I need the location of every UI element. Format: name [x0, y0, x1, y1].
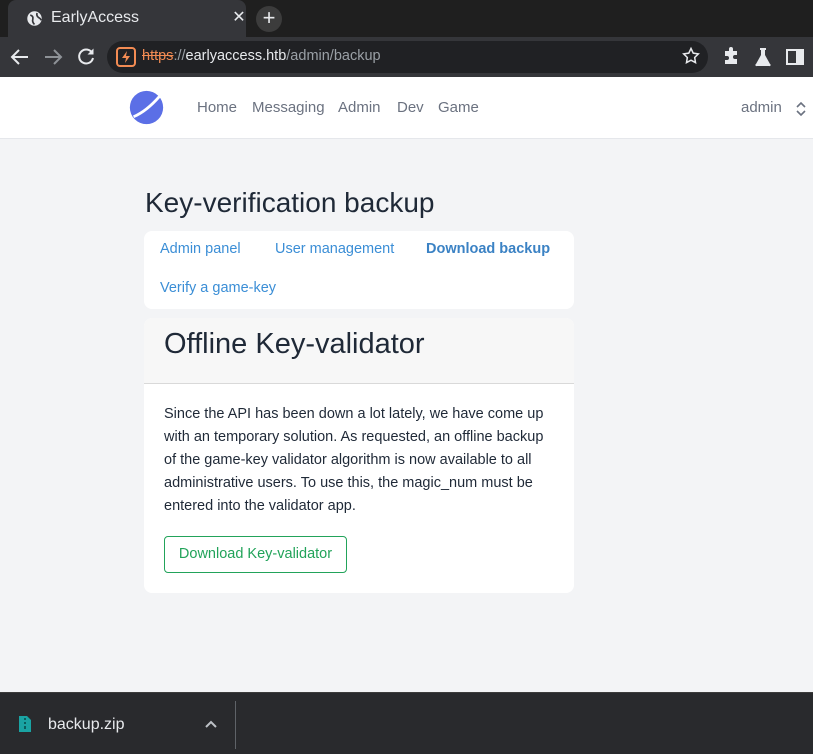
forward-arrow-icon[interactable]	[41, 45, 65, 69]
subnav-user-management[interactable]: User management	[275, 241, 394, 257]
tab-close-icon[interactable]: ✕	[230, 9, 248, 27]
sidebar-icon[interactable]	[783, 45, 807, 69]
key-validator-card: Offline Key-validator Since the API has …	[144, 318, 574, 593]
download-bar-divider	[235, 701, 236, 749]
chevron-up-icon[interactable]	[204, 718, 218, 730]
url-scheme: https	[142, 48, 174, 64]
url-host: earlyaccess.htb	[185, 48, 287, 64]
user-menu-name[interactable]: admin	[741, 99, 782, 116]
insecure-warning-icon[interactable]	[116, 47, 136, 67]
nav-link-messaging[interactable]: Messaging	[252, 99, 325, 116]
url-path: /admin/backup	[286, 48, 381, 64]
lab-flask-icon[interactable]	[751, 45, 775, 69]
tab-bar: EarlyAccess ✕ +	[0, 0, 813, 37]
subnav-download-backup[interactable]: Download backup	[426, 241, 550, 257]
admin-subnav: Admin panel User management Download bac…	[144, 231, 574, 309]
card-description: Since the API has been down a lot lately…	[164, 406, 544, 514]
download-file-name[interactable]: backup.zip	[48, 716, 125, 734]
zip-file-icon	[19, 716, 31, 732]
download-key-validator-button[interactable]: Download Key-validator	[164, 536, 347, 573]
site-logo[interactable]	[128, 89, 165, 126]
browser-toolbar: https://earlyaccess.htb/admin/backup	[0, 37, 813, 77]
card-header: Offline Key-validator	[144, 318, 574, 384]
nav-link-admin[interactable]: Admin	[338, 99, 381, 116]
card-title: Offline Key-validator	[164, 328, 425, 360]
tab-title: EarlyAccess	[51, 9, 140, 26]
nav-link-game[interactable]: Game	[438, 99, 479, 116]
download-bar: backup.zip	[0, 692, 813, 754]
star-icon[interactable]	[681, 46, 701, 66]
subnav-verify-game-key[interactable]: Verify a game-key	[160, 280, 276, 296]
nav-link-home[interactable]: Home	[197, 99, 237, 116]
new-tab-button[interactable]: +	[256, 6, 282, 32]
globe-icon	[27, 11, 43, 26]
back-arrow-icon[interactable]	[8, 45, 32, 69]
address-bar[interactable]: https://earlyaccess.htb/admin/backup	[107, 41, 708, 73]
reload-icon[interactable]	[74, 45, 98, 69]
sort-caret-icon[interactable]	[795, 101, 807, 117]
url-separator: ://	[173, 48, 186, 64]
url-text[interactable]: https://earlyaccess.htb/admin/backup	[142, 48, 381, 64]
page-title: Key-verification backup	[145, 187, 435, 218]
subnav-admin-panel[interactable]: Admin panel	[160, 241, 241, 257]
browser-tab-earlyaccess[interactable]: EarlyAccess ✕	[8, 0, 246, 37]
extensions-icon[interactable]	[719, 45, 743, 69]
site-navbar: Home Messaging Admin Dev Game admin	[0, 77, 813, 139]
nav-link-dev[interactable]: Dev	[397, 99, 424, 116]
